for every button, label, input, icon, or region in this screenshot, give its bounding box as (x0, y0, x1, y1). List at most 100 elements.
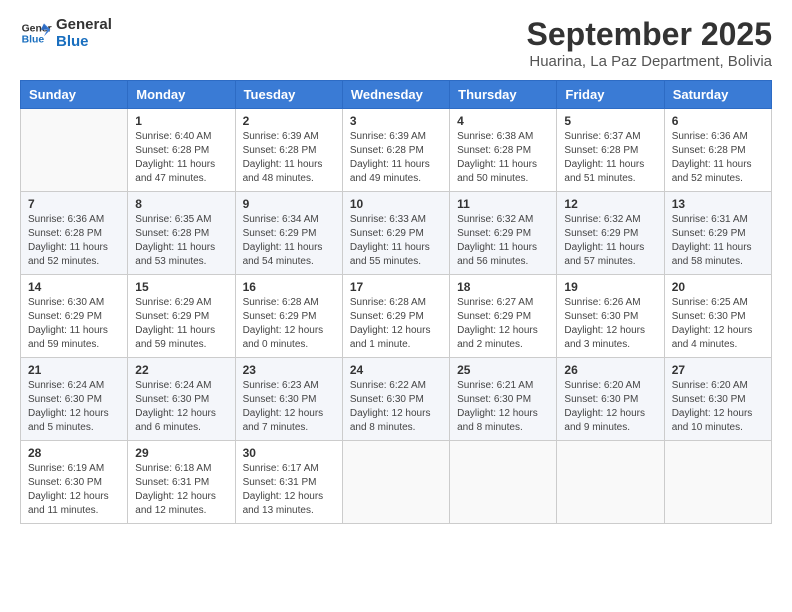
calendar-cell: 9Sunrise: 6:34 AM Sunset: 6:29 PM Daylig… (235, 192, 342, 275)
day-number: 10 (350, 197, 442, 211)
calendar-cell: 17 Sunrise: 6:28 AM Sunset: 6:29 PM Dayli… (342, 275, 449, 358)
calendar-cell: 15 Sunrise: 6:29 AM Sunset: 6:29 PM Dayli… (128, 275, 235, 358)
day-info: Sunrise: 6:36 AM Sunset: 6:28 PM Dayligh… (28, 213, 120, 269)
day-number: 24 (350, 363, 442, 377)
day-info: Sunrise: 6:32 AM Sunset: 6:29 PM Dayligh… (564, 213, 656, 269)
day-info: Sunrise: 6:20 AM Sunset: 6:30 PM Dayligh… (672, 379, 764, 435)
day-number: 28 (28, 446, 120, 460)
day-number: 26 (564, 363, 656, 377)
calendar-header-row: Sunday Monday Tuesday Wednesday Thursday… (21, 81, 772, 109)
day-number: 9 (243, 197, 335, 211)
logo-icon: General Blue (20, 17, 52, 49)
calendar-cell: 27 Sunrise: 6:20 AM Sunset: 6:30 PM Dayli… (664, 358, 771, 441)
calendar-cell: 16 Sunrise: 6:28 AM Sunset: 6:29 PM Dayli… (235, 275, 342, 358)
header-wednesday: Wednesday (342, 81, 449, 109)
calendar-cell (557, 441, 664, 524)
day-number: 7 (28, 197, 120, 211)
day-number: 8 (135, 197, 227, 211)
logo-general: General (56, 16, 112, 33)
day-info: Sunrise: 6:27 AM Sunset: 6:29 PM Dayligh… (457, 296, 549, 352)
calendar-cell: 14 Sunrise: 6:30 AM Sunset: 6:29 PM Dayli… (21, 275, 128, 358)
calendar-cell: 18 Sunrise: 6:27 AM Sunset: 6:29 PM Dayli… (450, 275, 557, 358)
day-info: Sunrise: 6:21 AM Sunset: 6:30 PM Dayligh… (457, 379, 549, 435)
calendar-cell: 20 Sunrise: 6:25 AM Sunset: 6:30 PM Dayli… (664, 275, 771, 358)
calendar-cell (21, 109, 128, 192)
day-number: 15 (135, 280, 227, 294)
day-number: 1 (135, 114, 227, 128)
day-info: Sunrise: 6:37 AM Sunset: 6:28 PM Dayligh… (564, 130, 656, 186)
day-info: Sunrise: 6:40 AM Sunset: 6:28 PM Dayligh… (135, 130, 227, 186)
day-number: 25 (457, 363, 549, 377)
svg-text:Blue: Blue (22, 35, 45, 46)
day-number: 19 (564, 280, 656, 294)
day-info: Sunrise: 6:29 AM Sunset: 6:29 PM Dayligh… (135, 296, 227, 352)
calendar-table: Sunday Monday Tuesday Wednesday Thursday… (20, 80, 772, 524)
day-info: Sunrise: 6:19 AM Sunset: 6:30 PM Dayligh… (28, 462, 120, 518)
calendar-cell: 22 Sunrise: 6:24 AM Sunset: 6:30 PM Dayli… (128, 358, 235, 441)
day-info: Sunrise: 6:28 AM Sunset: 6:29 PM Dayligh… (350, 296, 442, 352)
calendar-cell: 8 Sunrise: 6:35 AM Sunset: 6:28 PM Daylig… (128, 192, 235, 275)
day-number: 6 (672, 114, 764, 128)
day-info: Sunrise: 6:28 AM Sunset: 6:29 PM Dayligh… (243, 296, 335, 352)
day-number: 29 (135, 446, 227, 460)
calendar-cell: 29 Sunrise: 6:18 AM Sunset: 6:31 PM Dayli… (128, 441, 235, 524)
day-info: Sunrise: 6:24 AM Sunset: 6:30 PM Dayligh… (135, 379, 227, 435)
day-info: Sunrise: 6:30 AM Sunset: 6:29 PM Dayligh… (28, 296, 120, 352)
day-number: 21 (28, 363, 120, 377)
calendar-cell: 19 Sunrise: 6:26 AM Sunset: 6:30 PM Dayli… (557, 275, 664, 358)
day-info: Sunrise: 6:33 AM Sunset: 6:29 PM Dayligh… (350, 213, 442, 269)
calendar-cell (664, 441, 771, 524)
page-title: September 2025 (527, 16, 772, 53)
calendar-week-row: 7 Sunrise: 6:36 AM Sunset: 6:28 PM Daylig… (21, 192, 772, 275)
day-info: Sunrise: 6:32 AM Sunset: 6:29 PM Dayligh… (457, 213, 549, 269)
day-info: Sunrise: 6:24 AM Sunset: 6:30 PM Dayligh… (28, 379, 120, 435)
header-thursday: Thursday (450, 81, 557, 109)
day-number: 23 (243, 363, 335, 377)
logo-blue: Blue (56, 33, 112, 50)
calendar-cell: 6 Sunrise: 6:36 AM Sunset: 6:28 PM Daylig… (664, 109, 771, 192)
day-number: 30 (243, 446, 335, 460)
day-number: 20 (672, 280, 764, 294)
calendar-cell: 13Sunrise: 6:31 AM Sunset: 6:29 PM Dayli… (664, 192, 771, 275)
calendar-cell: 21 Sunrise: 6:24 AM Sunset: 6:30 PM Dayli… (21, 358, 128, 441)
title-section: September 2025 Huarina, La Paz Departmen… (527, 16, 772, 70)
header: General Blue General Blue September 2025… (20, 16, 772, 70)
calendar-cell: 1 Sunrise: 6:40 AM Sunset: 6:28 PM Daylig… (128, 109, 235, 192)
calendar-cell (450, 441, 557, 524)
calendar-week-row: 14 Sunrise: 6:30 AM Sunset: 6:29 PM Dayli… (21, 275, 772, 358)
calendar-cell: 25 Sunrise: 6:21 AM Sunset: 6:30 PM Dayli… (450, 358, 557, 441)
day-number: 17 (350, 280, 442, 294)
day-info: Sunrise: 6:38 AM Sunset: 6:28 PM Dayligh… (457, 130, 549, 186)
calendar-cell: 26Sunrise: 6:20 AM Sunset: 6:30 PM Dayli… (557, 358, 664, 441)
day-info: Sunrise: 6:31 AM Sunset: 6:29 PM Dayligh… (672, 213, 764, 269)
header-monday: Monday (128, 81, 235, 109)
day-info: Sunrise: 6:25 AM Sunset: 6:30 PM Dayligh… (672, 296, 764, 352)
calendar-week-row: 21 Sunrise: 6:24 AM Sunset: 6:30 PM Dayli… (21, 358, 772, 441)
calendar-cell: 11Sunrise: 6:32 AM Sunset: 6:29 PM Dayli… (450, 192, 557, 275)
day-number: 18 (457, 280, 549, 294)
calendar-cell: 5 Sunrise: 6:37 AM Sunset: 6:28 PM Daylig… (557, 109, 664, 192)
day-number: 22 (135, 363, 227, 377)
calendar-cell: 28 Sunrise: 6:19 AM Sunset: 6:30 PM Dayli… (21, 441, 128, 524)
calendar-cell: 3Sunrise: 6:39 AM Sunset: 6:28 PM Daylig… (342, 109, 449, 192)
header-tuesday: Tuesday (235, 81, 342, 109)
calendar-cell: 10 Sunrise: 6:33 AM Sunset: 6:29 PM Dayli… (342, 192, 449, 275)
day-info: Sunrise: 6:23 AM Sunset: 6:30 PM Dayligh… (243, 379, 335, 435)
day-number: 5 (564, 114, 656, 128)
day-info: Sunrise: 6:35 AM Sunset: 6:28 PM Dayligh… (135, 213, 227, 269)
day-number: 14 (28, 280, 120, 294)
header-saturday: Saturday (664, 81, 771, 109)
day-number: 4 (457, 114, 549, 128)
day-info: Sunrise: 6:26 AM Sunset: 6:30 PM Dayligh… (564, 296, 656, 352)
calendar-cell: 23 Sunrise: 6:23 AM Sunset: 6:30 PM Dayli… (235, 358, 342, 441)
calendar-cell: 24Sunrise: 6:22 AM Sunset: 6:30 PM Dayli… (342, 358, 449, 441)
day-info: Sunrise: 6:36 AM Sunset: 6:28 PM Dayligh… (672, 130, 764, 186)
day-number: 12 (564, 197, 656, 211)
calendar-cell: 30 Sunrise: 6:17 AM Sunset: 6:31 PM Dayli… (235, 441, 342, 524)
day-info: Sunrise: 6:17 AM Sunset: 6:31 PM Dayligh… (243, 462, 335, 518)
header-friday: Friday (557, 81, 664, 109)
day-number: 27 (672, 363, 764, 377)
day-number: 16 (243, 280, 335, 294)
day-info: Sunrise: 6:18 AM Sunset: 6:31 PM Dayligh… (135, 462, 227, 518)
calendar-week-row: 1 Sunrise: 6:40 AM Sunset: 6:28 PM Daylig… (21, 109, 772, 192)
